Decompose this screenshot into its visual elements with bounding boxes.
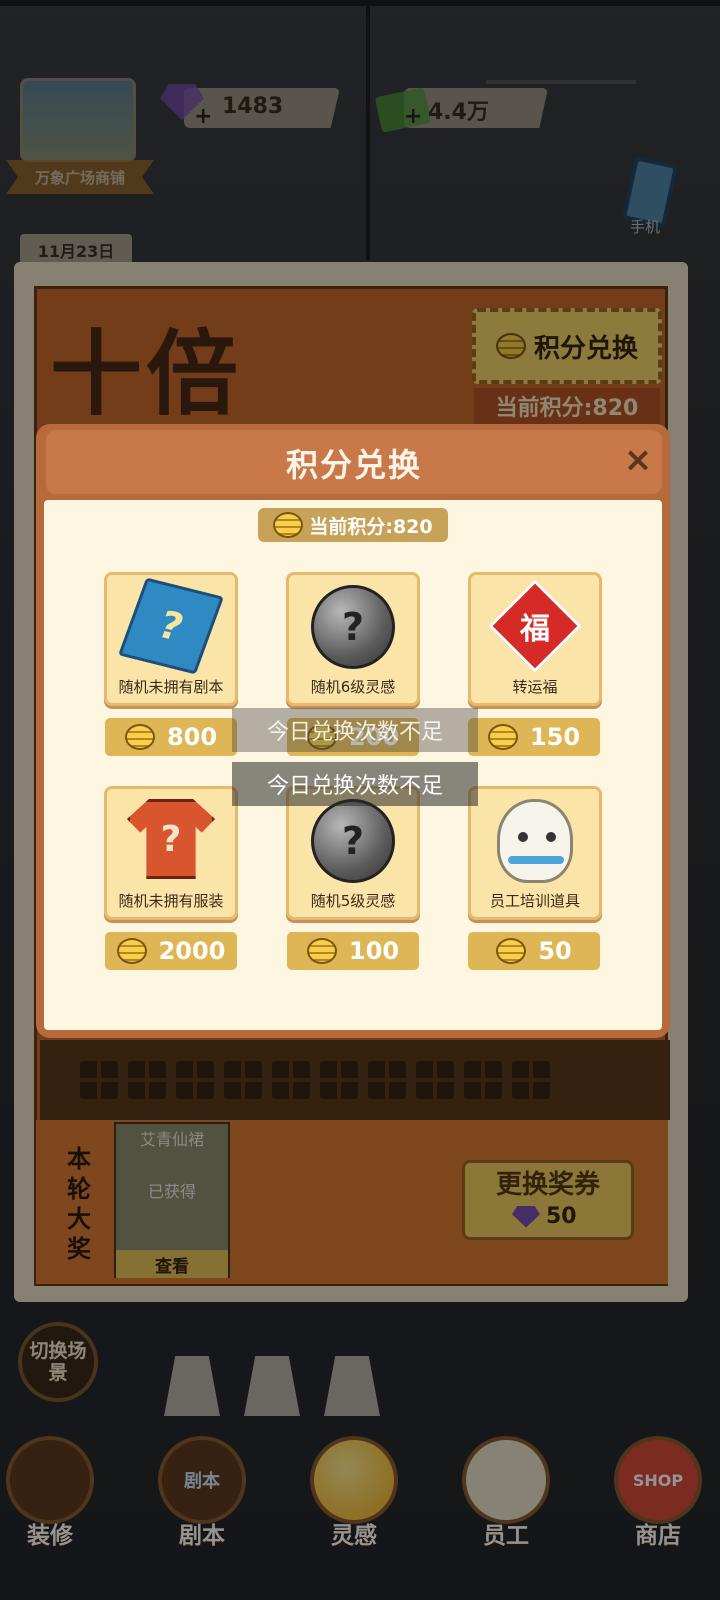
coin-stack-icon: [116, 938, 147, 964]
blue-book-question-icon: ?: [118, 577, 224, 675]
item-label: 随机未拥有服装: [118, 892, 224, 910]
price-value: 50: [538, 937, 572, 965]
modal-title: 积分兑换: [285, 446, 422, 484]
exchange-item-staff-training[interactable]: 员工培训道具: [468, 786, 602, 920]
price-value: 150: [529, 723, 581, 751]
current-points-badge: 当前积分:820: [258, 508, 448, 542]
coin-stack-icon: [487, 724, 518, 750]
exchange-item-random-script[interactable]: ? 随机未拥有剧本: [104, 572, 238, 706]
price-value: 100: [348, 937, 400, 965]
coin-stack-icon: [273, 512, 304, 538]
item-label: 随机未拥有剧本: [118, 678, 224, 696]
white-mascot-icon: [497, 799, 573, 883]
coin-stack-icon: [496, 938, 527, 964]
coin-stack-icon: [306, 938, 337, 964]
exchange-item-random-inspiration-5[interactable]: ? 随机5级灵感: [286, 786, 420, 920]
item-label: 转运福: [512, 678, 558, 696]
question-mark: ?: [127, 799, 215, 879]
question-mark: ?: [311, 585, 395, 669]
gray-orb-question-icon: ?: [311, 585, 395, 669]
coin-stack-icon: [124, 724, 155, 750]
exchange-item-random-inspiration-6[interactable]: ? 随机6级灵感: [286, 572, 420, 706]
price-value: 2000: [158, 937, 226, 965]
price-tag[interactable]: 2000: [105, 932, 237, 970]
item-label: 随机5级灵感: [310, 892, 396, 910]
exchange-item-random-outfit[interactable]: ? 随机未拥有服装: [104, 786, 238, 920]
fu-charm-icon: 福: [488, 579, 582, 673]
toast-message: 今日兑换次数不足: [232, 708, 478, 752]
exchange-item-luck-charm[interactable]: 福 转运福: [468, 572, 602, 706]
toast-message: 今日兑换次数不足: [232, 762, 478, 806]
current-points-value: 当前积分:820: [309, 515, 433, 538]
price-tag[interactable]: 50: [468, 932, 600, 970]
price-tag[interactable]: 800: [105, 718, 237, 756]
price-value: 800: [166, 723, 218, 751]
gray-orb-question-icon: ?: [311, 799, 395, 883]
fu-char: 福: [520, 612, 550, 647]
item-label: 随机6级灵感: [310, 678, 396, 696]
question-mark: ?: [118, 577, 224, 675]
question-mark: ?: [311, 799, 395, 883]
price-tag[interactable]: 100: [287, 932, 419, 970]
close-icon[interactable]: ×: [618, 440, 658, 480]
item-label: 员工培训道具: [489, 892, 580, 910]
red-shirt-question-icon: ?: [127, 799, 215, 879]
price-tag[interactable]: 150: [468, 718, 600, 756]
